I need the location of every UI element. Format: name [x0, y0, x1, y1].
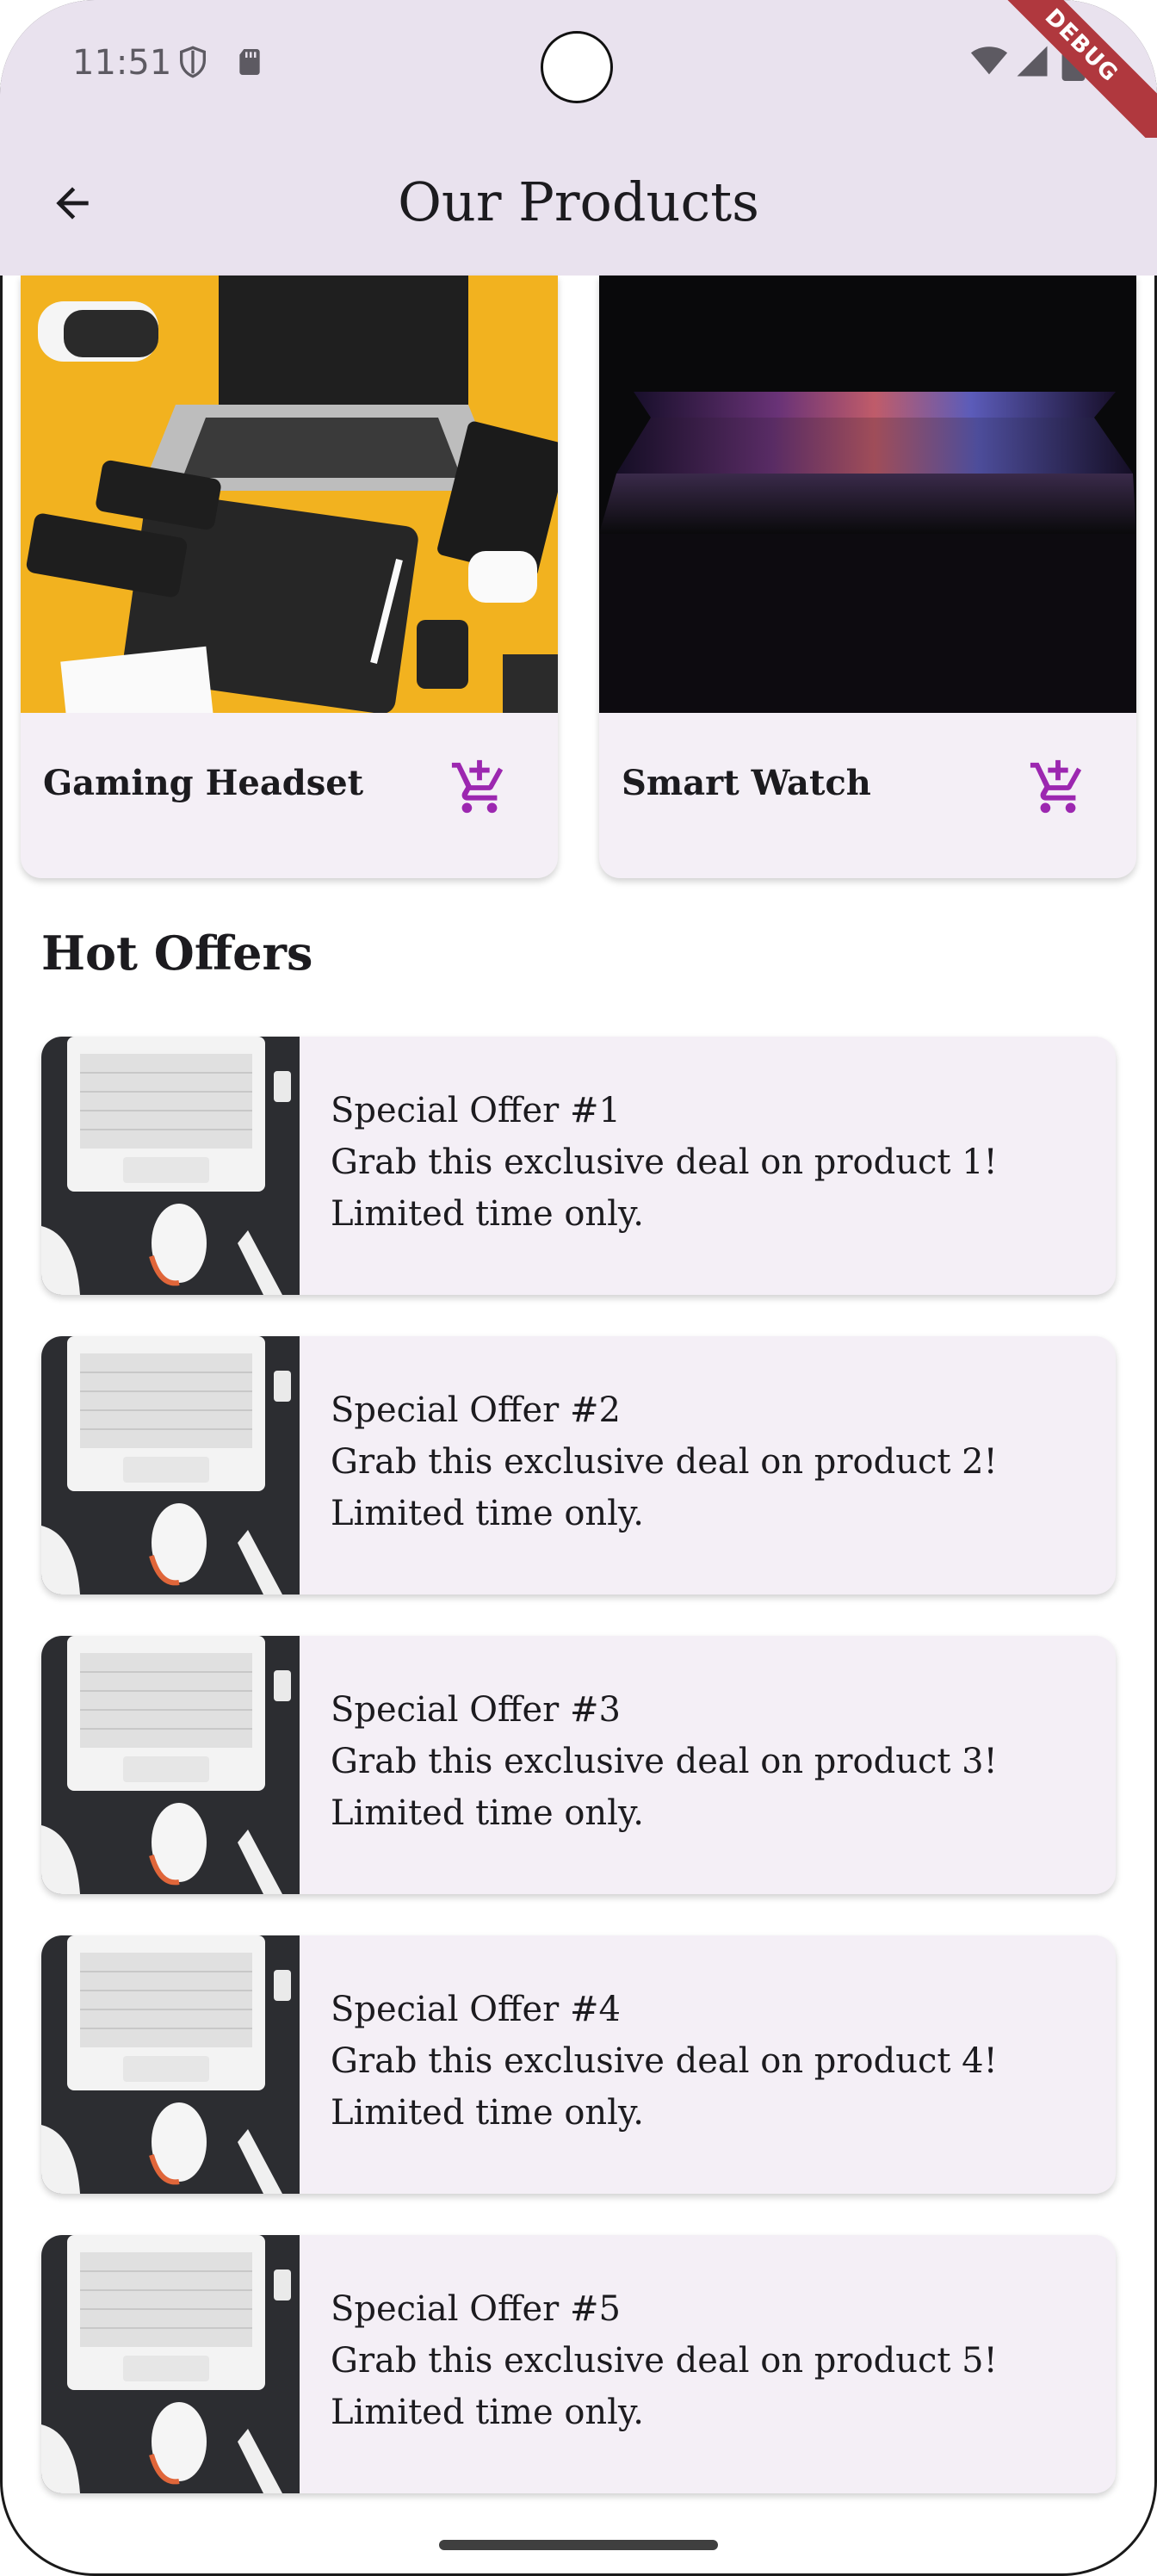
offer-title: Special Offer #5	[331, 2289, 621, 2329]
page-title: Our Products	[398, 170, 759, 233]
offer-image	[41, 1935, 300, 2194]
offer-card[interactable]: Special Offer #1 Grab this exclusive dea…	[41, 1037, 1116, 1295]
product-name: Gaming Headset	[43, 763, 364, 803]
product-image	[21, 276, 558, 713]
offer-description: Grab this exclusive deal on product 3!	[331, 1742, 998, 1781]
offer-text: Special Offer #5 Grab this exclusive dea…	[331, 2283, 1098, 2438]
offer-title: Special Offer #4	[331, 1990, 621, 2029]
product-card-smart-watch[interactable]: Smart Watch	[599, 276, 1136, 878]
offer-image	[41, 1037, 300, 1295]
offer-text: Special Offer #2 Grab this exclusive dea…	[331, 1384, 1098, 1539]
offer-text: Special Offer #1 Grab this exclusive dea…	[331, 1085, 1098, 1240]
offer-description: Grab this exclusive deal on product 5!	[331, 2341, 998, 2381]
offer-image	[41, 1636, 300, 1894]
offer-note: Limited time only.	[331, 2393, 644, 2432]
status-bar: 11:51 DEBUG	[0, 0, 1157, 152]
home-indicator[interactable]	[439, 2540, 718, 2550]
offer-card[interactable]: Special Offer #4 Grab this exclusive dea…	[41, 1935, 1116, 2194]
offer-card[interactable]: Special Offer #2 Grab this exclusive dea…	[41, 1336, 1116, 1595]
offer-text: Special Offer #4 Grab this exclusive dea…	[331, 1984, 1098, 2139]
phone-screen: 11:51 DEBUG Our Products Gaming Headset …	[0, 0, 1157, 2576]
offer-note: Limited time only.	[331, 2093, 644, 2133]
offer-note: Limited time only.	[331, 1494, 644, 1533]
offer-card[interactable]: Special Offer #5 Grab this exclusive dea…	[41, 2235, 1116, 2493]
add-shopping-cart-icon	[451, 759, 504, 814]
offer-title: Special Offer #1	[331, 1091, 621, 1130]
add-shopping-cart-icon	[1030, 759, 1082, 814]
camera-cutout	[541, 31, 613, 103]
offer-description: Grab this exclusive deal on product 1!	[331, 1142, 998, 1182]
product-image	[599, 276, 1136, 713]
sd-card-icon	[239, 49, 260, 75]
offer-note: Limited time only.	[331, 1793, 644, 1833]
offer-title: Special Offer #3	[331, 1690, 621, 1730]
shield-icon	[180, 46, 206, 78]
cell-signal-icon	[1017, 46, 1048, 77]
add-to-cart-button[interactable]	[1028, 758, 1088, 818]
app-bar: Our Products	[0, 138, 1157, 276]
offer-text: Special Offer #3 Grab this exclusive dea…	[331, 1684, 1098, 1839]
offer-image	[41, 1336, 300, 1595]
product-name: Smart Watch	[622, 763, 871, 803]
status-time: 11:51	[72, 43, 172, 83]
add-to-cart-button[interactable]	[449, 758, 510, 818]
product-card-gaming-headset[interactable]: Gaming Headset	[21, 276, 558, 878]
offer-description: Grab this exclusive deal on product 2!	[331, 1442, 998, 1482]
offer-image	[41, 2235, 300, 2493]
offer-card[interactable]: Special Offer #3 Grab this exclusive dea…	[41, 1636, 1116, 1894]
offer-note: Limited time only.	[331, 1194, 644, 1234]
wifi-icon	[970, 46, 1008, 75]
hot-offers-title: Hot Offers	[41, 926, 313, 981]
offer-description: Grab this exclusive deal on product 4!	[331, 2041, 998, 2081]
offer-title: Special Offer #2	[331, 1390, 621, 1430]
